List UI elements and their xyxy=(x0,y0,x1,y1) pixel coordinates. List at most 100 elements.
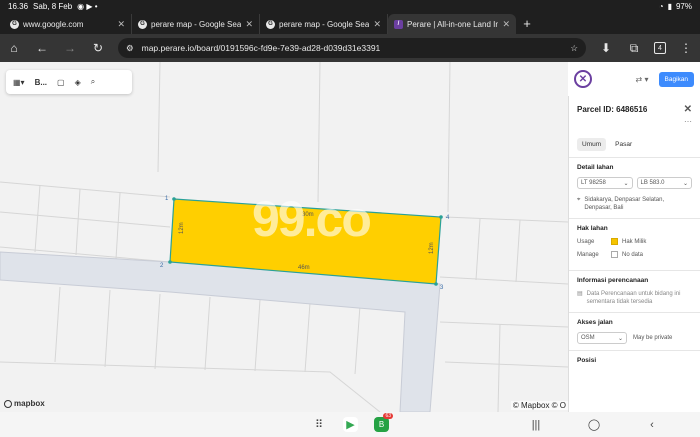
mapbox-icon xyxy=(4,399,12,408)
translate-icon[interactable]: ⇄ ▾ xyxy=(636,75,649,84)
tab-search-1[interactable]: G perare map - Google Search ✕ xyxy=(132,14,260,34)
vertex-label-4: 4 xyxy=(446,215,450,221)
close-icon[interactable]: ✕ xyxy=(117,19,125,30)
vertex-label-3: 3 xyxy=(440,285,444,291)
tab-title: Perare | All-in-one Land Info xyxy=(407,19,499,29)
chevron-down-icon: ⌄ xyxy=(617,335,623,342)
lt-value: LT 98258 xyxy=(581,180,606,186)
map-attribution[interactable]: © Mapbox © O xyxy=(510,401,568,410)
status-time: 16.36 xyxy=(8,1,29,11)
tab-title: www.google.com xyxy=(23,19,84,29)
land-rights-heading: Hak lahan xyxy=(577,225,608,232)
tab-search-2[interactable]: G perare map - Google Search ✕ xyxy=(260,14,388,34)
panel-tabs: Umum Pasar xyxy=(577,138,692,151)
home-icon[interactable]: ⌂ xyxy=(6,40,22,56)
recents-icon[interactable]: ||| xyxy=(528,417,544,433)
close-icon[interactable]: ✕ xyxy=(502,19,510,30)
close-icon[interactable]: ✕ xyxy=(684,104,692,115)
usage-color-swatch xyxy=(611,238,618,245)
share-button[interactable]: Bagikan xyxy=(658,71,694,87)
usage-label: Usage xyxy=(577,238,595,245)
site-info-icon[interactable]: ⚙ xyxy=(126,43,134,54)
tab-title: perare map - Google Search xyxy=(151,19,242,29)
position-heading: Posisi xyxy=(577,357,597,364)
watermark-logo: 99.co xyxy=(252,191,372,247)
road-source-select[interactable]: OSM ⌄ xyxy=(577,332,627,344)
android-nav-bar: ⠿ ▶ B 63 ||| ◯ ‹ xyxy=(0,412,700,437)
panel-header: ✕ ⇄ ▾ Bagikan xyxy=(568,62,700,96)
tab-umum[interactable]: Umum xyxy=(577,138,607,151)
lt-select[interactable]: LT 98258 ⌄ xyxy=(577,177,633,189)
google-favicon-icon: G xyxy=(266,19,275,29)
browser-tab-bar: G www.google.com ✕ G perare map - Google… xyxy=(0,12,700,34)
download-icon[interactable]: ⬇ xyxy=(598,40,614,56)
manage-color-swatch xyxy=(611,251,618,258)
edge-label-bottom: 46m xyxy=(298,265,310,271)
map-toolbar: ▦▾ B... ▢ ◈ ⌕ xyxy=(6,70,132,94)
back-nav-icon[interactable]: ‹ xyxy=(644,417,660,433)
edge-label-right: 12m xyxy=(429,242,435,254)
tab-title: perare map - Google Search xyxy=(279,19,370,29)
layers-icon[interactable]: ◈ xyxy=(75,78,81,87)
forward-icon[interactable]: → xyxy=(62,40,78,56)
home-nav-icon[interactable]: ◯ xyxy=(586,417,602,433)
edge-label-left: 12m xyxy=(179,222,185,234)
battery-level: 97% xyxy=(675,1,692,11)
document-icon: ▤ xyxy=(577,291,583,297)
map-layer-icon[interactable]: ▦▾ xyxy=(13,78,25,87)
wifi-icon: ◔ xyxy=(658,1,664,11)
perare-logo-icon[interactable]: ✕ xyxy=(574,70,592,88)
chevron-down-icon: ⌄ xyxy=(682,180,688,187)
land-detail-heading: Detail lahan xyxy=(577,164,614,171)
usage-row: Usage Hak Milik xyxy=(577,238,692,245)
new-tab-button[interactable]: + xyxy=(516,14,538,34)
notification-badge: 63 xyxy=(383,413,393,419)
tab-count-button[interactable]: 4 xyxy=(654,42,666,54)
url-text: map.perare.io/board/0191596c-fd9e-7e39-a… xyxy=(141,43,381,53)
lb-select[interactable]: LB 583.0 ⌄ xyxy=(636,177,692,189)
book-icon[interactable]: ▢ xyxy=(57,78,65,87)
road-access-heading: Akses jalan xyxy=(577,319,613,326)
parcel-title: Parcel ID: 6486516 xyxy=(577,105,648,114)
signal-icon: ▮ xyxy=(667,1,672,11)
parcel-panel: Parcel ID: 6486516 ✕ ⋯ Umum Pasar Detail… xyxy=(568,96,700,412)
back-icon[interactable]: ← xyxy=(34,40,50,56)
status-date: Sab, 8 Feb xyxy=(33,1,73,11)
planning-heading: Informasi perencanaan xyxy=(577,277,649,284)
close-icon[interactable]: ✕ xyxy=(245,19,253,30)
tab-google[interactable]: G www.google.com ✕ xyxy=(4,14,132,34)
google-favicon-icon: G xyxy=(10,19,19,29)
status-bar: 16.36 Sab, 8 Feb ◉ ▶ • ◔ ▮ 97% xyxy=(0,0,700,12)
menu-icon[interactable]: ⋮ xyxy=(678,40,694,56)
basemap-label[interactable]: B... xyxy=(35,78,47,87)
road-access-note: May be private xyxy=(633,335,673,341)
bookmark-star-icon[interactable]: ☆ xyxy=(570,43,578,54)
chevron-down-icon: ⌄ xyxy=(623,180,629,187)
address-bar[interactable]: ⚙ map.perare.io/board/0191596c-fd9e-7e39… xyxy=(118,38,586,58)
play-store-icon[interactable]: ▶ xyxy=(343,417,358,432)
search-icon[interactable]: ⌕ xyxy=(91,77,95,87)
tab-perare[interactable]: / Perare | All-in-one Land Info ✕ xyxy=(388,14,516,34)
manage-label: Manage xyxy=(577,251,599,258)
notification-icon: ◉ ▶ • xyxy=(77,1,98,11)
manage-row: Manage No data xyxy=(577,251,692,258)
more-options-icon[interactable]: ⋯ xyxy=(577,117,692,126)
parcel-title-row: Parcel ID: 6486516 ✕ xyxy=(577,104,692,115)
mapbox-text: mapbox xyxy=(14,399,45,408)
road-source-value: OSM xyxy=(581,335,595,341)
usage-value: Hak Milik xyxy=(622,238,647,245)
tab-pasar[interactable]: Pasar xyxy=(610,138,637,151)
close-icon[interactable]: ✕ xyxy=(373,19,381,30)
whatsapp-business-icon[interactable]: B 63 xyxy=(374,413,393,432)
location-pin-icon: ⌖ xyxy=(577,197,581,203)
translate-icon[interactable]: ⧉ xyxy=(626,40,642,56)
address-text: Sidakarya, Denpasar Selatan, Denpasar, B… xyxy=(584,197,665,211)
mapbox-logo[interactable]: mapbox xyxy=(4,399,45,408)
perare-favicon-icon: / xyxy=(394,19,403,29)
browser-toolbar: ⌂ ← → ↻ ⚙ map.perare.io/board/0191596c-f… xyxy=(0,34,700,62)
app-drawer-icon[interactable]: ⠿ xyxy=(311,417,327,433)
map-canvas[interactable]: 1 2 3 4 30m 12m 46m 12m 99.co ▦▾ B... ▢ … xyxy=(0,62,568,412)
manage-value: No data xyxy=(622,251,644,258)
planning-text: Data Perencanaan untuk bidang ini sement… xyxy=(586,291,681,305)
reload-icon[interactable]: ↻ xyxy=(90,40,106,56)
